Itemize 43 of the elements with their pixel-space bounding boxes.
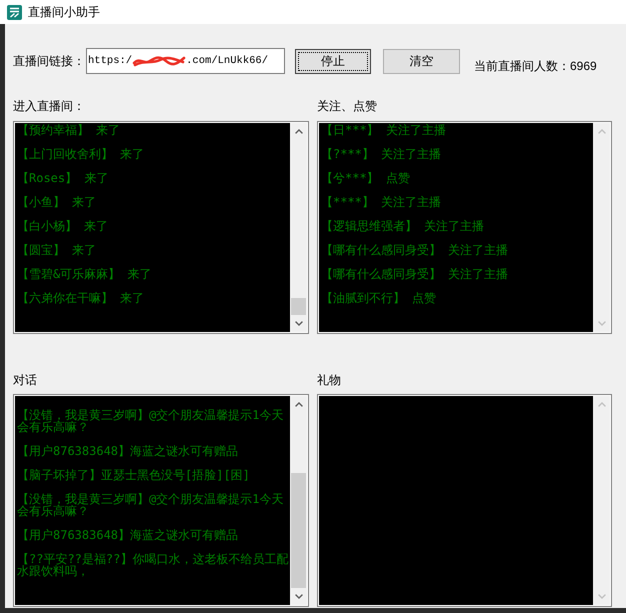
url-text: https:/: [88, 55, 132, 67]
window-title: 直播间小助手: [28, 5, 100, 19]
message-text: 【白小杨】 来了: [17, 220, 108, 232]
message-text: 【脑子坏掉了】亚瑟士黑色没号[捂脸][困]: [17, 469, 250, 481]
scrollbar[interactable]: [290, 123, 307, 332]
message-text: 【?***】 关注了主播: [321, 148, 442, 160]
message-text: 【雪碧&可乐麻麻】 来了: [17, 268, 152, 280]
section-label: 关注、点赞: [317, 99, 377, 113]
app-icon: [7, 4, 22, 20]
message-text: 【小鱼】 来了: [17, 196, 96, 208]
form-button[interactable]: 清空: [383, 48, 460, 74]
field-label: 直播间链接：: [13, 54, 85, 68]
chevron-up-icon[interactable]: [294, 129, 302, 134]
url-text: .com/LnUkk66/: [186, 55, 268, 67]
message-text: 【没错，我是黄三岁啊】@交个朋友温馨提示1今天会有乐高嘛？: [17, 409, 284, 433]
scrollbar[interactable]: [290, 396, 307, 605]
url-field[interactable]: https:/ .com/LnUkk66/: [86, 48, 285, 74]
form-button[interactable]: 停止: [295, 48, 371, 74]
message-text: 【用户876383648】海蓝之谜水可有赠品: [17, 445, 238, 457]
scroll-thumb[interactable]: [291, 298, 306, 315]
section-label: 进入直播间：: [13, 99, 85, 113]
message-text: 【兮***】 点赞: [321, 172, 410, 184]
message-text: 【用户876383648】海蓝之谜水可有赠品: [17, 529, 238, 541]
section-label: 礼物: [317, 373, 341, 387]
message-text: 【哪有什么感同身受】 关注了主播: [321, 244, 508, 256]
message-text: 【哪有什么感同身受】 关注了主播: [321, 268, 508, 280]
message-text: 【Roses】 来了: [17, 172, 108, 184]
message-text: 【****】 关注了主播: [321, 196, 442, 208]
message-text: 【日***】 关注了主播: [321, 124, 446, 136]
viewer-count: 当前直播间人数：6969: [474, 59, 597, 73]
message-text: 【没错，我是黄三岁啊】@交个朋友温馨提示1今天会有乐高嘛？: [17, 493, 284, 517]
message-text: 【预约幸福】 来了: [17, 124, 120, 136]
message-text: 【??平安??是福??】你喝口水，这老板不给员工配水跟饮料吗，: [17, 553, 290, 577]
scroll-thumb[interactable]: [291, 473, 306, 588]
chevron-up-icon[interactable]: [294, 402, 302, 407]
chevron-down-icon[interactable]: [294, 321, 302, 326]
message-text: 【六弟你在干嘛】 来了: [17, 292, 144, 304]
message-text: 【油腻到不行】 点赞: [321, 292, 436, 304]
message-text: 【圆宝】 来了: [17, 244, 96, 256]
section-label: 对话: [13, 373, 37, 387]
message-text: 【逻辑思维强者】 关注了主播: [321, 220, 484, 232]
chevron-down-icon[interactable]: [294, 594, 302, 599]
message-text: 【上门回收舍利】 来了: [17, 148, 144, 160]
